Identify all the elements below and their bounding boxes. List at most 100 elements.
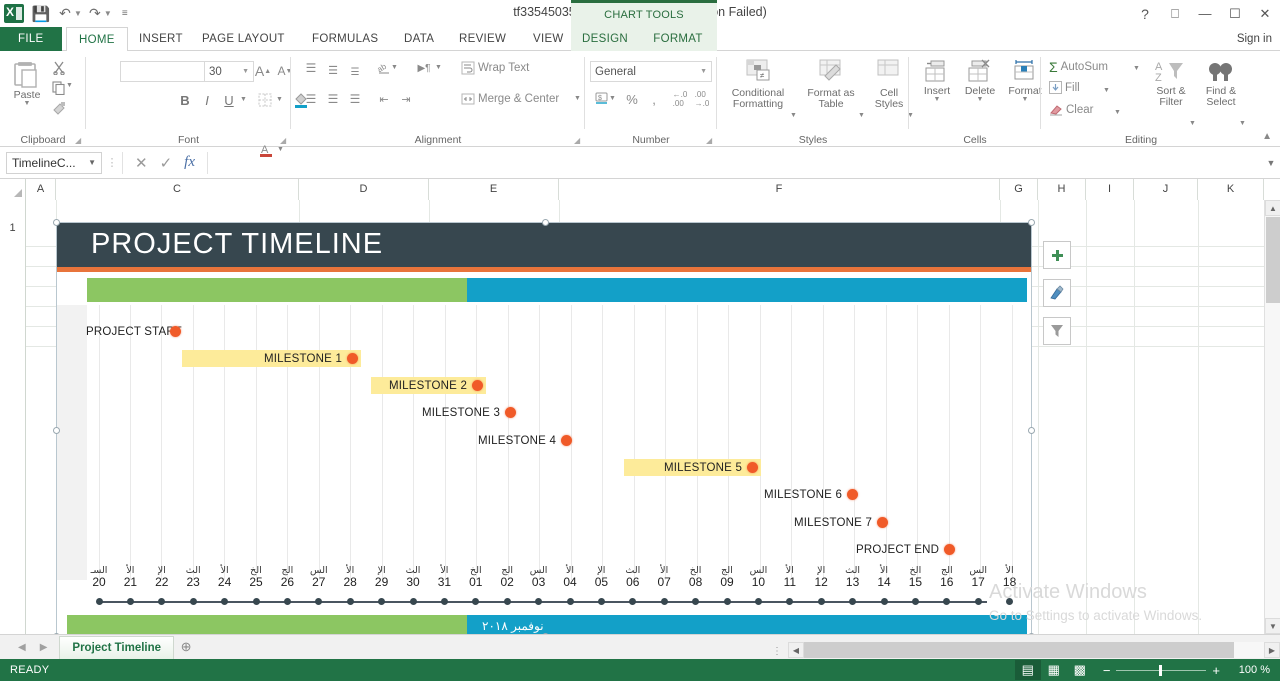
- tab-format[interactable]: FORMAT: [639, 27, 717, 51]
- chart-resize-handle[interactable]: [1028, 427, 1035, 434]
- previous-sheet-icon[interactable]: ◀: [18, 642, 26, 653]
- find-select-dropdown-icon[interactable]: ▼: [1239, 121, 1246, 127]
- normal-view-button[interactable]: ▤: [1015, 660, 1041, 680]
- row-header-1[interactable]: 1: [0, 222, 25, 234]
- column-header-g[interactable]: G: [1000, 179, 1038, 200]
- column-header-d[interactable]: D: [299, 179, 429, 200]
- conditional-formatting-button[interactable]: ≠ Conditional Formatting: [727, 59, 789, 110]
- tab-page-layout[interactable]: PAGE LAYOUT: [190, 27, 297, 51]
- format-as-table-button[interactable]: Format as Table: [805, 59, 857, 110]
- tab-formulas[interactable]: FORMULAS: [300, 27, 390, 51]
- sort-filter-dropdown-icon[interactable]: ▼: [1189, 121, 1196, 127]
- formula-input[interactable]: [212, 152, 1258, 174]
- decrease-indent-icon[interactable]: ⇤: [373, 88, 395, 110]
- increase-indent-icon[interactable]: ⇥: [395, 88, 417, 110]
- name-box[interactable]: TimelineC...▼: [6, 152, 102, 174]
- collapse-ribbon-icon[interactable]: ▲: [1262, 131, 1272, 142]
- align-center-icon[interactable]: ☰: [322, 88, 344, 110]
- clear-dropdown-icon[interactable]: ▼: [1114, 110, 1121, 116]
- borders-dropdown-icon[interactable]: ▼: [276, 97, 283, 103]
- font-color-icon[interactable]: A: [255, 139, 277, 161]
- help-button[interactable]: ?: [1130, 0, 1160, 27]
- zoom-slider-thumb[interactable]: [1159, 665, 1162, 676]
- text-direction-icon[interactable]: ▶¶: [413, 57, 435, 79]
- scroll-down-button[interactable]: ▼: [1265, 618, 1280, 634]
- fx-icon[interactable]: fx: [184, 154, 195, 171]
- chart-filters-button[interactable]: [1043, 317, 1071, 345]
- insert-cells-button[interactable]: Insert ▼: [917, 59, 957, 103]
- find-select-button[interactable]: Find & Select: [1199, 59, 1243, 108]
- autosum-dropdown-icon[interactable]: ▼: [1133, 66, 1140, 72]
- autosum-button[interactable]: Σ AutoSum: [1049, 59, 1108, 75]
- chart-styles-button[interactable]: [1043, 279, 1071, 307]
- delete-cells-button[interactable]: Delete ▼: [959, 59, 1001, 103]
- column-header-h[interactable]: H: [1038, 179, 1086, 200]
- align-top-icon[interactable]: ☰: [300, 57, 322, 79]
- increase-decimal-icon[interactable]: ←.0.00: [669, 88, 691, 110]
- zoom-in-button[interactable]: +: [1212, 663, 1220, 678]
- zoom-slider[interactable]: [1116, 670, 1206, 671]
- borders-icon[interactable]: [254, 89, 276, 111]
- split-handle[interactable]: ⋮: [772, 646, 783, 657]
- column-header-a[interactable]: A: [26, 179, 56, 200]
- alignment-dialog-launcher[interactable]: ◢: [574, 136, 583, 145]
- number-dialog-launcher[interactable]: ◢: [706, 136, 715, 145]
- zoom-out-button[interactable]: −: [1103, 663, 1111, 678]
- column-header-i[interactable]: I: [1086, 179, 1134, 200]
- column-header-e[interactable]: E: [429, 179, 559, 200]
- expand-formula-bar-icon[interactable]: ▼: [1262, 158, 1280, 168]
- minimize-button[interactable]: —: [1190, 0, 1220, 27]
- horizontal-scrollbar[interactable]: ◀ ▶: [788, 641, 1280, 659]
- enter-icon[interactable]: ✓: [160, 154, 173, 172]
- italic-button[interactable]: I: [196, 89, 218, 111]
- tab-review[interactable]: REVIEW: [447, 27, 518, 51]
- add-sheet-button[interactable]: ⊕: [174, 639, 198, 655]
- scroll-right-button[interactable]: ▶: [1264, 642, 1280, 658]
- tab-data[interactable]: DATA: [392, 27, 446, 51]
- page-break-preview-button[interactable]: ▩: [1067, 660, 1093, 680]
- font-dialog-launcher[interactable]: ◢: [280, 136, 289, 145]
- tab-file[interactable]: FILE: [0, 27, 62, 51]
- chart-resize-handle[interactable]: [53, 219, 60, 226]
- column-header-j[interactable]: J: [1134, 179, 1198, 200]
- column-header-k[interactable]: K: [1198, 179, 1264, 200]
- align-left-icon[interactable]: ☰: [300, 88, 322, 110]
- underline-dropdown-icon[interactable]: ▼: [240, 97, 247, 103]
- text-direction-dropdown-icon[interactable]: ▼: [435, 65, 442, 71]
- chart-resize-handle[interactable]: [1028, 219, 1035, 226]
- percent-style-button[interactable]: %: [621, 88, 643, 110]
- align-right-icon[interactable]: ☰: [344, 88, 366, 110]
- project-timeline-chart[interactable]: PROJECT TIMELINE: [56, 222, 1032, 634]
- align-middle-icon[interactable]: ☰: [322, 59, 344, 81]
- cell-styles-button[interactable]: Cell Styles: [869, 59, 909, 110]
- sign-in-link[interactable]: Sign in: [1237, 27, 1272, 51]
- bold-button[interactable]: B: [174, 89, 196, 111]
- vertical-scrollbar-thumb[interactable]: [1266, 217, 1280, 303]
- paste-dropdown-icon[interactable]: ▼: [24, 101, 31, 107]
- fill-button[interactable]: Fill: [1049, 81, 1080, 94]
- clipboard-dialog-launcher[interactable]: ◢: [75, 136, 84, 145]
- horizontal-scrollbar-track[interactable]: [804, 642, 1264, 658]
- format-as-table-dropdown-icon[interactable]: ▼: [858, 113, 865, 119]
- tab-design[interactable]: DESIGN: [571, 27, 639, 51]
- ribbon-display-options-button[interactable]: ⎕: [1160, 0, 1190, 27]
- chart-elements-button[interactable]: [1043, 241, 1071, 269]
- maximize-button[interactable]: ☐: [1220, 0, 1250, 27]
- accounting-dropdown-icon[interactable]: ▼: [609, 96, 616, 102]
- merge-center-dropdown-icon[interactable]: ▼: [574, 96, 581, 102]
- scroll-up-button[interactable]: ▲: [1265, 200, 1280, 216]
- format-painter-icon[interactable]: [48, 97, 70, 119]
- align-bottom-icon[interactable]: ☰: [344, 61, 366, 83]
- font-color-dropdown-icon[interactable]: ▼: [277, 147, 284, 153]
- zoom-percentage[interactable]: 100 %: [1226, 664, 1270, 676]
- paste-button[interactable]: Paste ▼: [6, 59, 48, 107]
- decrease-decimal-icon[interactable]: .00→.0: [691, 88, 713, 110]
- next-sheet-icon[interactable]: ▶: [40, 642, 48, 653]
- copy-dropdown-icon[interactable]: ▼: [66, 83, 73, 89]
- page-layout-view-button[interactable]: ▦: [1041, 660, 1067, 680]
- horizontal-scrollbar-thumb[interactable]: [804, 642, 1234, 658]
- sort-filter-button[interactable]: AZ Sort & Filter: [1149, 59, 1193, 108]
- format-cells-dropdown-icon[interactable]: ▼: [1022, 97, 1029, 103]
- scroll-left-button[interactable]: ◀: [788, 642, 804, 658]
- underline-button[interactable]: U: [218, 89, 240, 111]
